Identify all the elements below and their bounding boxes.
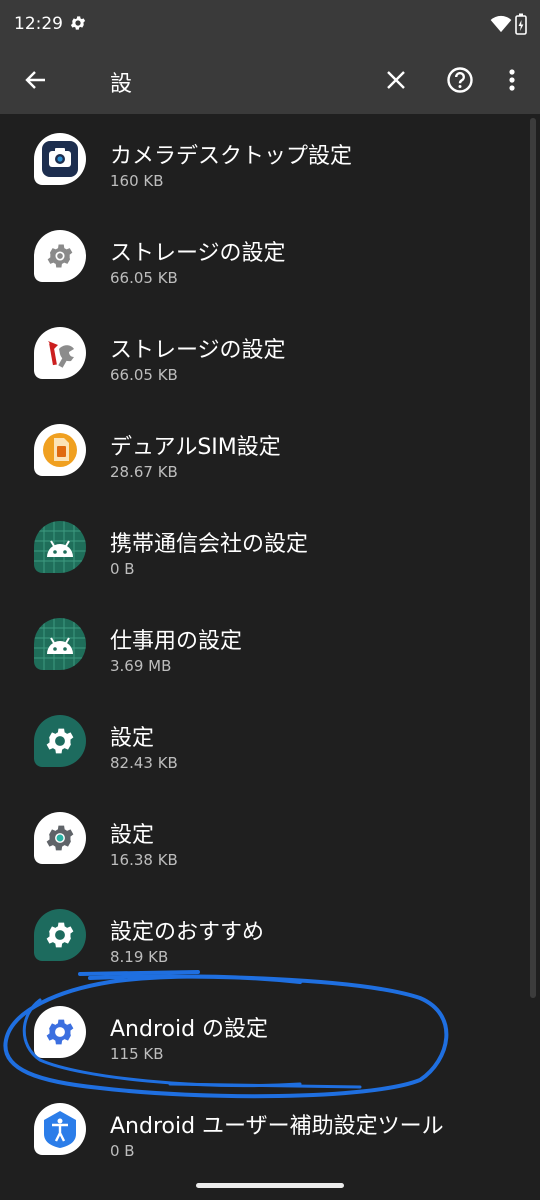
android-icon: [34, 521, 86, 573]
app-size: 160 KB: [110, 172, 164, 190]
settings-icon: [34, 909, 86, 961]
clear-search-button[interactable]: [378, 62, 414, 98]
app-size: 3.69 MB: [110, 657, 172, 675]
sim-card-icon: [34, 424, 86, 476]
app-size: 28.67 KB: [110, 463, 178, 481]
app-size: 82.43 KB: [110, 754, 178, 772]
app-size: 0 B: [110, 560, 135, 578]
settings-icon: [34, 812, 86, 864]
app-size: 66.05 KB: [110, 269, 178, 287]
status-time: 12:29: [14, 14, 63, 34]
scroll-thumb[interactable]: [530, 118, 536, 998]
list-item[interactable]: 設定のおすすめ 8.19 KB: [0, 890, 530, 986]
settings-icon: [34, 1006, 86, 1058]
wifi-icon: [490, 15, 512, 33]
list-item[interactable]: カメラデスクトップ設定 160 KB: [0, 114, 530, 210]
app-name: 携帯通信会社の設定: [110, 532, 309, 557]
arrow-back-icon: [25, 71, 45, 89]
app-size: 16.38 KB: [110, 851, 178, 869]
app-name: Android ユーザー補助設定ツール: [110, 1114, 444, 1139]
list-item[interactable]: 携帯通信会社の設定 0 B: [0, 502, 530, 598]
app-size: 0 B: [110, 1142, 135, 1160]
list-item[interactable]: 設定 82.43 KB: [0, 696, 530, 792]
more-options-button[interactable]: [500, 62, 524, 98]
accessibility-icon: [34, 1103, 86, 1155]
app-size: 8.19 KB: [110, 948, 169, 966]
status-bar: 12:29: [0, 0, 540, 48]
list-item[interactable]: デュアルSIM設定 28.67 KB: [0, 405, 530, 501]
more-vert-icon: [509, 69, 515, 91]
list-item[interactable]: ストレージの設定 66.05 KB: [0, 211, 530, 307]
help-button[interactable]: [442, 62, 478, 98]
list-item[interactable]: Android の設定 115 KB: [0, 987, 530, 1083]
app-name: 設定: [110, 823, 155, 848]
app-size: 115 KB: [110, 1045, 164, 1063]
app-name: デュアルSIM設定: [110, 435, 281, 460]
search-input[interactable]: 設: [110, 66, 132, 98]
app-name: Android の設定: [110, 1017, 269, 1042]
app-name: カメラデスクトップ設定: [110, 144, 353, 169]
list-item[interactable]: 設定 16.38 KB: [0, 793, 530, 889]
app-name: 設定: [110, 726, 155, 751]
app-name: 設定のおすすめ: [110, 920, 265, 945]
scrollbar[interactable]: [530, 118, 536, 998]
battery-icon: [515, 13, 527, 35]
app-name: 仕事用の設定: [110, 629, 243, 654]
tools-icon: [34, 327, 86, 379]
close-icon: [387, 71, 405, 89]
gear-icon: [34, 230, 86, 282]
list-item[interactable]: Android ユーザー補助設定ツール 0 B: [0, 1084, 530, 1180]
search-toolbar: 設: [0, 48, 540, 114]
back-button[interactable]: [18, 62, 54, 98]
help-icon: [447, 67, 473, 93]
gesture-nav-handle[interactable]: [196, 1183, 344, 1188]
camera-icon: [34, 133, 86, 185]
app-name: ストレージの設定: [110, 338, 286, 363]
settings-gear-icon: [70, 16, 86, 30]
settings-icon: [34, 715, 86, 767]
app-name: ストレージの設定: [110, 241, 286, 266]
android-icon: [34, 618, 86, 670]
app-size: 66.05 KB: [110, 366, 178, 384]
list-item[interactable]: 仕事用の設定 3.69 MB: [0, 599, 530, 695]
list-item[interactable]: ストレージの設定 66.05 KB: [0, 308, 530, 404]
